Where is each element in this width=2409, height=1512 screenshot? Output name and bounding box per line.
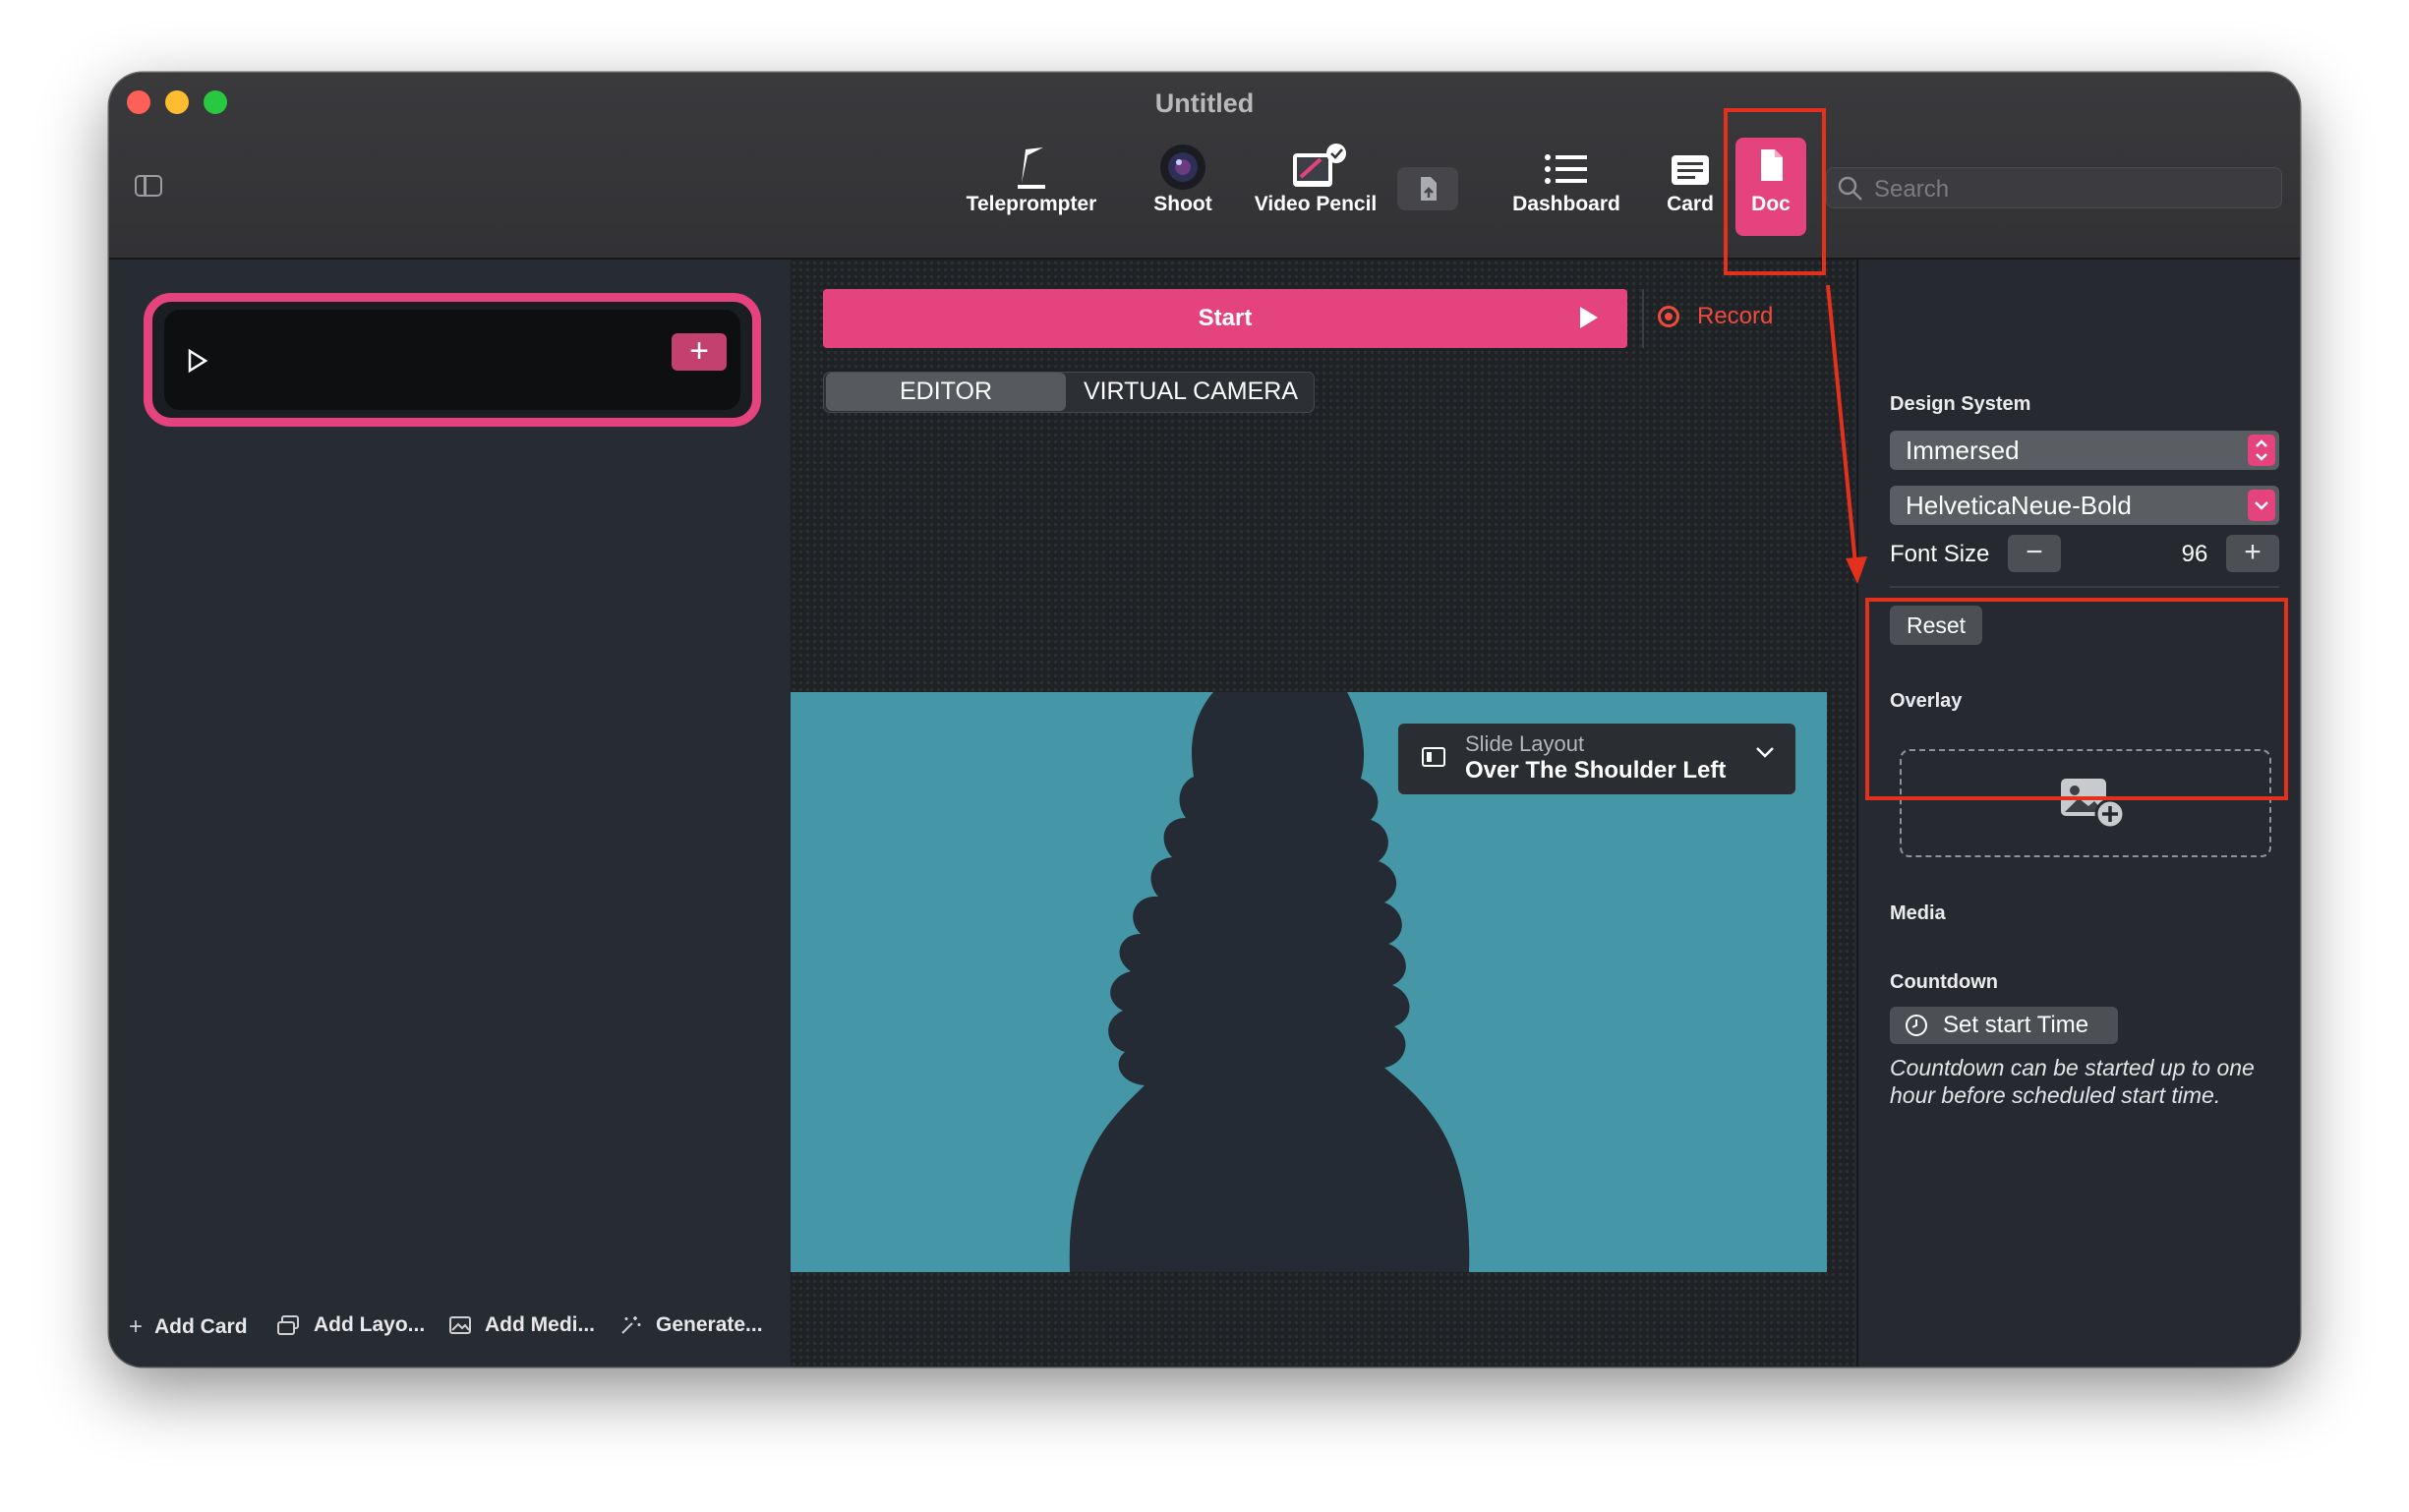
app-window: Untitled Teleprompter Shoot Video Pencil…: [109, 73, 2300, 1367]
annotation-arrow: [1826, 284, 1867, 584]
